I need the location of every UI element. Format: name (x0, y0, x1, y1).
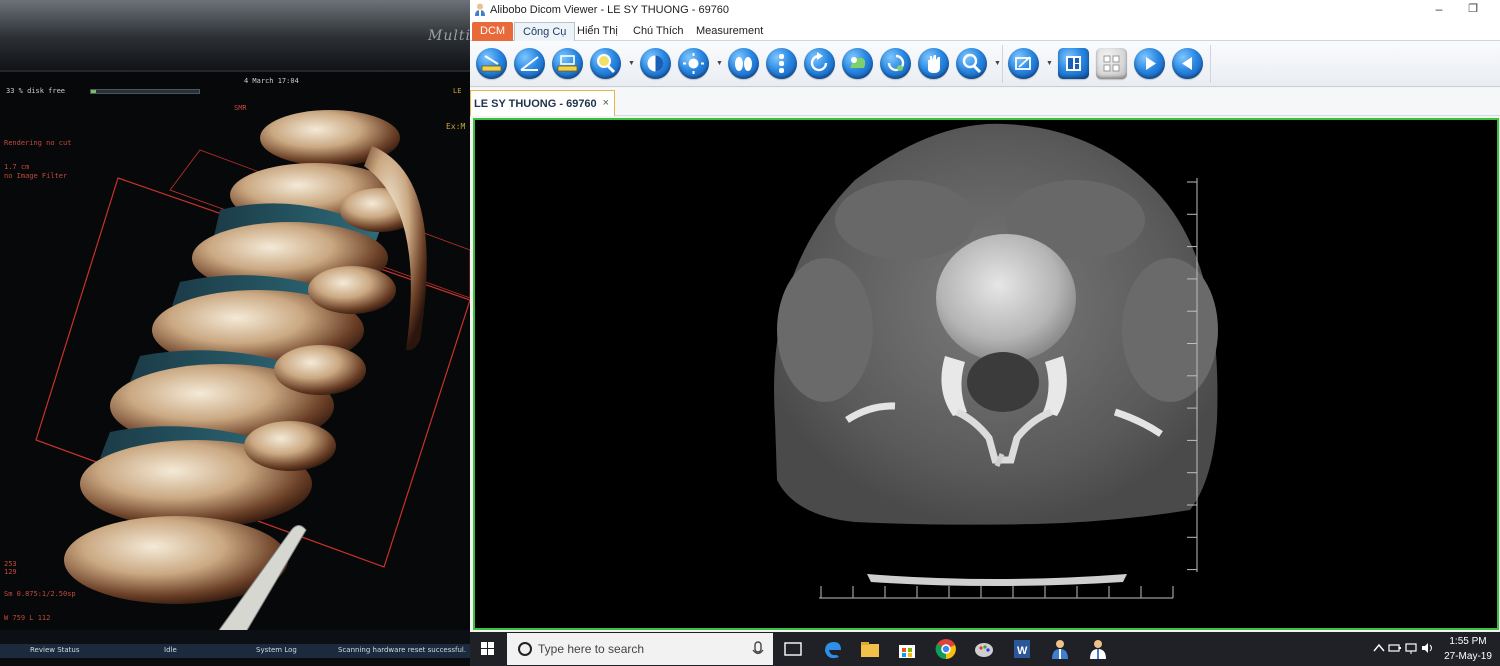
zoom-icon[interactable] (956, 48, 987, 79)
layout-icon[interactable] (1058, 48, 1089, 79)
doc-tab-patient[interactable]: LE SY THUONG - 69760 × (470, 90, 615, 116)
ribbon-menu: DCM Công Cụ Hiển Thị Chú Thích Measureme… (470, 20, 1500, 41)
dicom-viewer-taskbar-icon[interactable] (1086, 637, 1110, 661)
zoom-dropdown-arrow[interactable]: ▼ (994, 60, 1001, 67)
idle-tab[interactable]: Idle (164, 646, 177, 654)
grid-icon[interactable] (1096, 48, 1127, 79)
taskbar-search-box[interactable]: Type here to search (507, 633, 773, 665)
invert-icon[interactable] (640, 48, 671, 79)
toolbar-separator (1002, 45, 1003, 83)
next-icon[interactable] (1134, 48, 1165, 79)
task-view-icon[interactable] (781, 637, 805, 661)
bottom-value-2: 129 (4, 568, 17, 576)
paint-icon[interactable] (972, 637, 996, 661)
rotate-icon[interactable] (804, 48, 835, 79)
window-level-icon[interactable] (842, 48, 873, 79)
system-log-tab[interactable]: System Log (256, 646, 297, 654)
svg-text:W: W (1017, 645, 1028, 657)
dicom-viewer-window: Alibobo Dicom Viewer - LE SY THUONG - 69… (470, 0, 1500, 632)
menu-measurement[interactable]: Measurement (688, 22, 771, 41)
minimize-button[interactable]: – (1422, 0, 1456, 20)
word-icon[interactable]: W (1010, 637, 1034, 661)
lungs-icon[interactable] (728, 48, 759, 79)
close-tab-icon[interactable]: × (603, 97, 609, 109)
reset-icon[interactable] (880, 48, 911, 79)
scan-message: Scanning hardware reset successful. (338, 646, 467, 654)
area-icon[interactable] (552, 48, 583, 79)
export-dropdown-arrow[interactable]: ▼ (1046, 60, 1053, 67)
scanner-status-strip: Review Status Idle System Log Scanning h… (0, 644, 470, 658)
doctor-app-taskbar-icon[interactable] (1048, 637, 1072, 661)
volume-icon[interactable] (1420, 641, 1434, 655)
bottom-info: Sm 0.875:1/2.50sp (4, 590, 76, 598)
doctor-app-icon (475, 3, 485, 16)
edge-icon[interactable] (820, 637, 844, 661)
toolbar: ▼ ▼ ▼ ▼ (470, 41, 1500, 87)
brightness-icon[interactable] (678, 48, 709, 79)
toolbar-separator-end (1210, 45, 1211, 83)
menu-chu-thich[interactable]: Chú Thích (625, 22, 692, 41)
clock-time: 1:55 PM (1449, 636, 1487, 647)
brightness-dropdown-arrow[interactable]: ▼ (716, 60, 723, 67)
chrome-icon[interactable] (934, 637, 958, 661)
battery-icon[interactable] (1388, 641, 1402, 655)
review-status-tab[interactable]: Review Status (30, 646, 80, 654)
scanner-monitor-photo: Multis 33 % disk free 4 March 17:04 LE S… (0, 0, 470, 666)
network-icon[interactable] (1404, 641, 1418, 655)
title-bar: Alibobo Dicom Viewer - LE SY THUONG - 69… (470, 0, 1500, 20)
clock-date: 27-May-19 (1444, 651, 1492, 662)
windows-start-icon[interactable] (470, 632, 506, 666)
store-icon[interactable] (895, 637, 919, 661)
horizontal-scale (819, 586, 1174, 599)
magnify-dropdown-icon[interactable] (590, 48, 621, 79)
search-placeholder: Type here to search (538, 642, 645, 656)
ruler-icon[interactable] (476, 48, 507, 79)
system-clock[interactable]: 1:55 PM 27-May-19 (1440, 634, 1496, 664)
file-explorer-icon[interactable] (858, 637, 882, 661)
previous-icon[interactable] (1172, 48, 1203, 79)
ct-axial-image (774, 123, 1218, 599)
doc-tab-name: LE SY THUONG - 69760 (474, 98, 597, 110)
menu-dcm[interactable]: DCM (472, 22, 514, 41)
magnify-dropdown-arrow[interactable]: ▼ (628, 60, 635, 67)
menu-hien-thi[interactable]: Hiển Thị (569, 22, 626, 41)
windows-taskbar: Type here to search W 1:55 PM 27-May-19 (470, 632, 1500, 666)
angle-icon[interactable] (514, 48, 545, 79)
window-title: Alibobo Dicom Viewer - LE SY THUONG - 69… (490, 4, 730, 16)
export-icon[interactable] (1008, 48, 1039, 79)
spine-3d-render: 253 129 Sm 0.875:1/2.50sp W 759 L 112 (4, 110, 470, 643)
restore-button[interactable]: ❐ (1456, 0, 1490, 20)
document-tabs: LE SY THUONG - 69760 × (470, 88, 1500, 116)
wl-info: W 759 L 112 (4, 614, 50, 622)
scanner-icon-strip (0, 630, 470, 644)
spine-icon[interactable] (766, 48, 797, 79)
cortana-icon (518, 642, 532, 656)
microphone-icon[interactable] (751, 633, 765, 665)
bottom-value-1: 253 (4, 560, 17, 568)
pan-hand-icon[interactable] (918, 48, 949, 79)
dicom-viewport[interactable] (473, 118, 1499, 630)
menu-cong-cu[interactable]: Công Cụ (514, 22, 576, 41)
chevron-up-icon[interactable] (1372, 641, 1386, 655)
